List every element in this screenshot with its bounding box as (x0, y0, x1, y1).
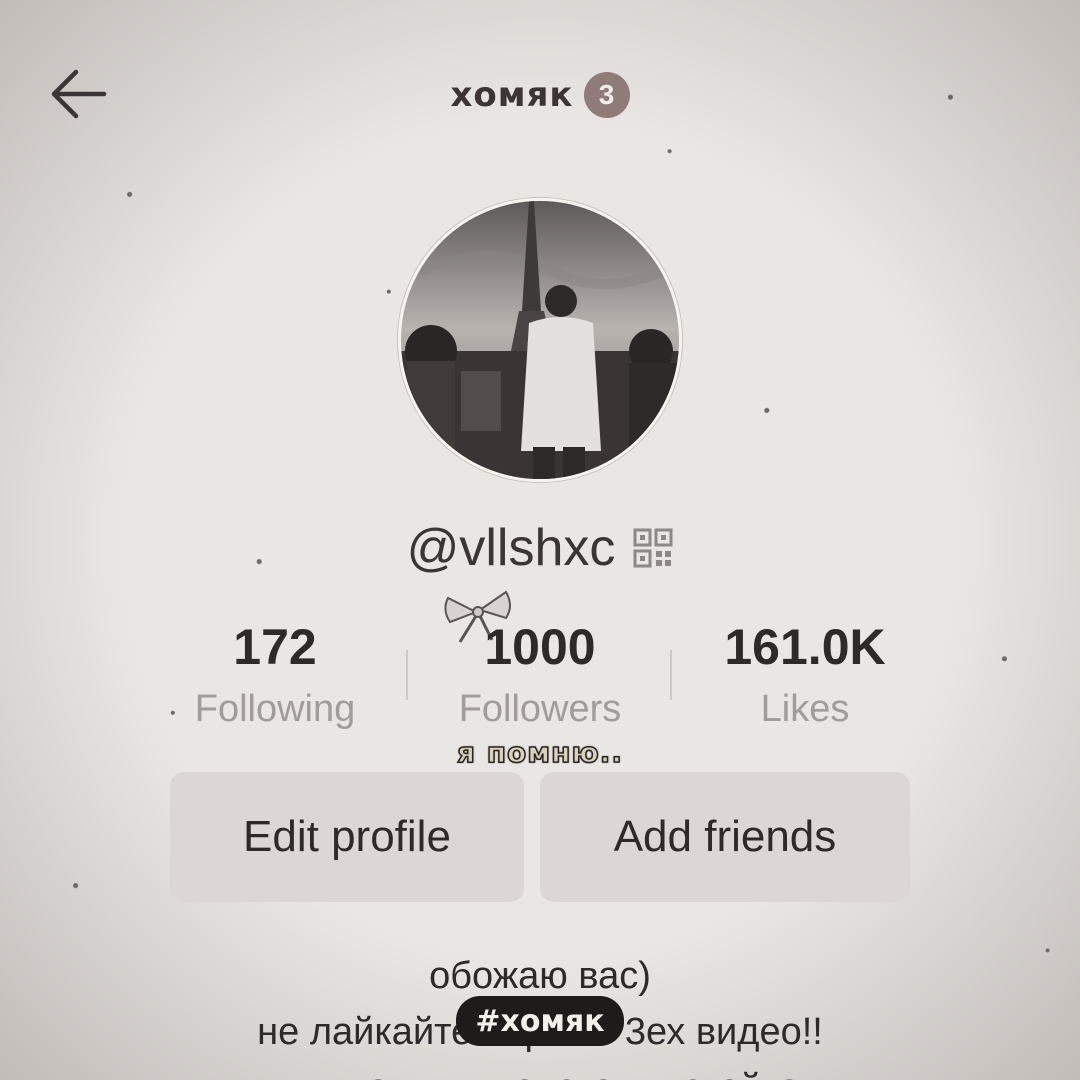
likes-count: 161.0K (724, 619, 886, 675)
following-label: Following (194, 688, 356, 730)
following-count: 172 (233, 619, 317, 675)
username-row: @vllshxc (0, 518, 1080, 578)
username[interactable]: @vllshxc (407, 518, 616, 578)
hashtag-sticker: #хомяк (456, 996, 624, 1046)
likes-label: Likes (760, 688, 850, 730)
top-bar: хомяк 3 (0, 60, 1080, 132)
profile-name-title: хомяк (450, 75, 574, 115)
stat-likes[interactable]: 161.0K Likes (675, 618, 935, 731)
edit-profile-button[interactable]: Edit profile (170, 772, 524, 902)
profile-title-group: хомяк 3 (0, 72, 1080, 118)
add-friends-button[interactable]: Add friends (540, 772, 910, 902)
text-sticker: я помню.. (0, 735, 1080, 770)
stat-followers[interactable]: 1000 Followers (410, 618, 670, 731)
profile-stats: 172 Following 1000 Followers 161.0K Like… (150, 618, 940, 738)
sticker-text: я помню.. (456, 735, 624, 770)
stat-following[interactable]: 172 Following (145, 618, 405, 731)
followers-count: 1000 (484, 619, 596, 675)
stats-divider (406, 650, 408, 700)
stats-divider (670, 650, 672, 700)
notification-badge[interactable]: 3 (583, 72, 630, 118)
followers-label: Followers (458, 688, 622, 730)
avatar-photo (401, 201, 679, 479)
avatar[interactable] (398, 198, 682, 482)
bio-line: тгк: хомяк в поисках чизкейка (0, 1060, 1080, 1080)
qr-code-icon[interactable] (633, 528, 673, 568)
